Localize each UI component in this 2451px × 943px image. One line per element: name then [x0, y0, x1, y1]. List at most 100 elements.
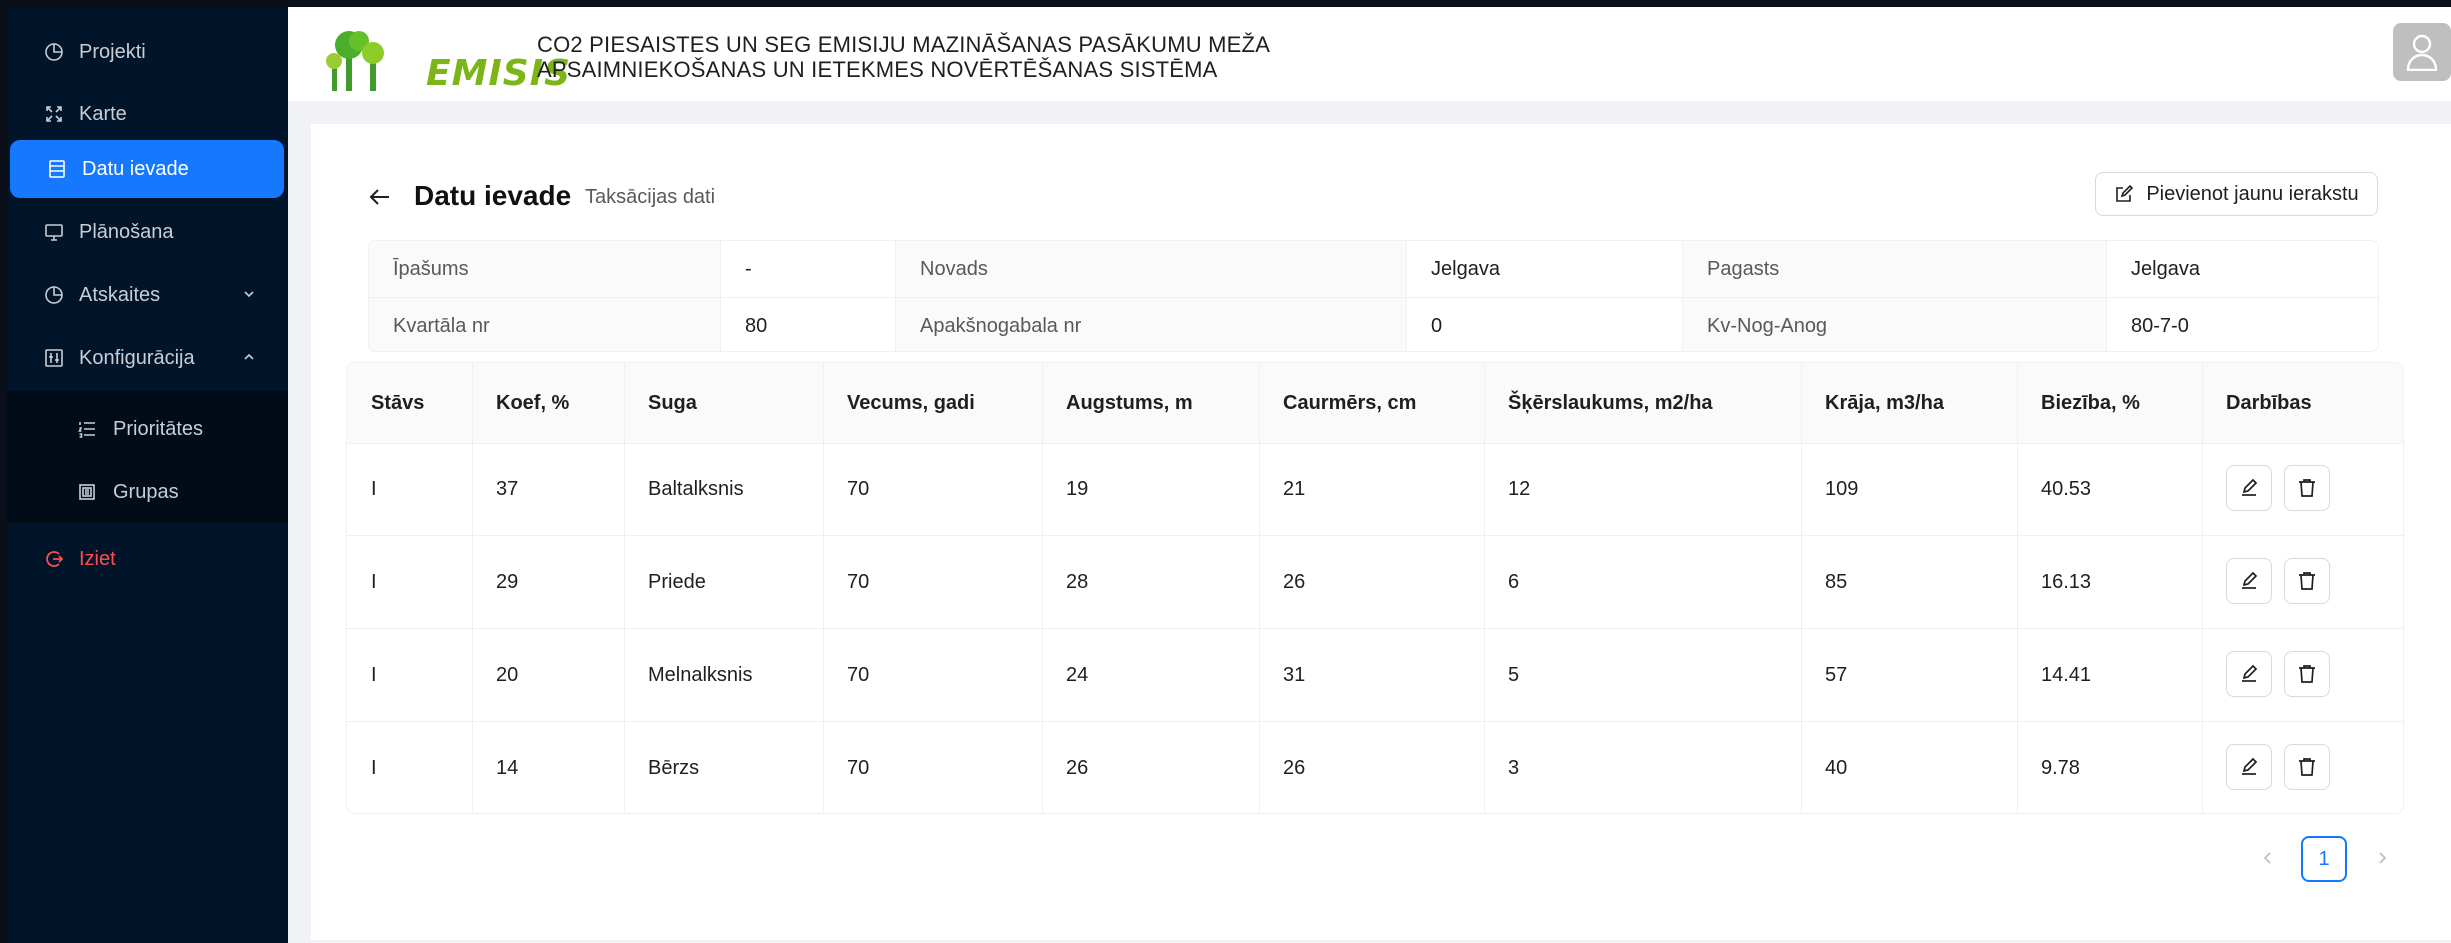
- column-header[interactable]: Stāvs: [347, 363, 472, 443]
- table-cell: 21: [1283, 477, 1306, 500]
- table-row: I 14 Bērzs 70 26 26 3 40 9.78: [347, 722, 2403, 813]
- sidebar-item-datu-ievade[interactable]: Datu ievade: [10, 140, 284, 198]
- edit-button[interactable]: [2226, 465, 2272, 511]
- trash-icon: [2299, 758, 2315, 776]
- data-table-icon: [46, 158, 68, 180]
- trash-icon: [2299, 665, 2315, 683]
- table-cell: 9.78: [2041, 756, 2080, 779]
- pie-chart-icon: [43, 284, 65, 306]
- chevron-up-icon: [240, 348, 258, 366]
- column-header: Darbības: [2226, 391, 2312, 414]
- sidebar-item-atskaites[interactable]: Atskaites: [7, 266, 288, 324]
- edit-button[interactable]: [2226, 558, 2272, 604]
- edit-button[interactable]: [2226, 744, 2272, 790]
- back-arrow-icon[interactable]: [367, 184, 393, 210]
- sidebar: Projekti Karte Datu ievade Plānošana Ats…: [7, 7, 288, 943]
- content-card: Datu ievade Taksācijas dati Pievienot ja…: [311, 124, 2451, 940]
- table-cell: 26: [1066, 756, 1089, 779]
- delete-button[interactable]: [2284, 744, 2330, 790]
- user-avatar[interactable]: [2393, 23, 2451, 81]
- column-header[interactable]: Augstums, m: [1042, 363, 1259, 443]
- sidebar-item-konfiguracija[interactable]: Konfigurācija: [7, 329, 288, 387]
- info-row: Kvartāla nr 80 Apakšnogabala nr 0 Kv-Nog…: [369, 297, 2378, 351]
- info-label-kv-nog-anog: Kv-Nog-Anog: [1683, 298, 2107, 351]
- sidebar-item-planosana[interactable]: Plānošana: [7, 203, 288, 261]
- info-value-novads: Jelgava: [1407, 241, 1683, 297]
- info-label-novads: Novads: [896, 241, 1407, 297]
- info-row: Īpašums - Novads Jelgava Pagasts Jelgava: [369, 241, 2378, 297]
- sidebar-item-label: Konfigurācija: [79, 346, 195, 369]
- info-value-kvartala-nr: 80: [721, 298, 896, 351]
- sidebar-item-karte[interactable]: Karte: [7, 85, 288, 143]
- add-record-button[interactable]: Pievienot jaunu ierakstu: [2095, 172, 2378, 216]
- table-cell: 14: [496, 756, 519, 779]
- column-header[interactable]: Koef, %: [472, 363, 624, 443]
- table-cell: 70: [847, 477, 870, 500]
- monitor-icon: [43, 221, 65, 243]
- info-label-ipasums: Īpašums: [369, 241, 721, 297]
- info-label-apaksnogabala-nr: Apakšnogabala nr: [896, 298, 1407, 351]
- table-cell: 70: [847, 663, 870, 686]
- table-cell: 12: [1508, 477, 1531, 500]
- sidebar-item-prioritates[interactable]: Prioritātes: [7, 400, 288, 458]
- column-header[interactable]: Krāja, m3/ha: [1801, 363, 2017, 443]
- trash-icon: [2299, 479, 2315, 497]
- sidebar-item-label: Projekti: [79, 40, 146, 63]
- column-header[interactable]: Biezība, %: [2017, 363, 2202, 443]
- group-icon: [77, 481, 99, 503]
- table-cell: 3: [1508, 756, 1520, 779]
- table-header: Stāvs Koef, % Suga Vecums, gadi Augstums…: [347, 363, 2403, 444]
- table-cell: 26: [1283, 756, 1306, 779]
- add-record-label: Pievienot jaunu ierakstu: [2146, 182, 2359, 205]
- table-cell: 109: [1825, 477, 1859, 500]
- column-header[interactable]: Caurmērs, cm: [1259, 363, 1484, 443]
- table-cell: Bērzs: [648, 756, 700, 779]
- sidebar-item-label: Plānošana: [79, 220, 174, 243]
- pagination-next-icon[interactable]: [2371, 847, 2393, 869]
- sidebar-item-grupas[interactable]: Grupas: [7, 463, 288, 521]
- pie-chart-icon: [43, 41, 65, 63]
- table-cell: 20: [496, 663, 519, 686]
- page-subtitle: Taksācijas dati: [585, 186, 716, 208]
- logout-button[interactable]: Iziet: [7, 530, 288, 588]
- emisis-logo[interactable]: EMISIS: [326, 21, 570, 94]
- table-cell: I: [371, 756, 377, 779]
- delete-button[interactable]: [2284, 651, 2330, 697]
- info-label-pagasts: Pagasts: [1683, 241, 2107, 297]
- page-title: Datu ievade: [414, 180, 572, 211]
- edit-square-icon: [2114, 184, 2134, 204]
- sidebar-submenu: Prioritātes Grupas: [7, 391, 288, 523]
- taxation-table: Stāvs Koef, % Suga Vecums, gadi Augstums…: [346, 362, 2404, 814]
- pagination-page-current[interactable]: 1: [2301, 836, 2347, 882]
- app-title-line-1: CO2 PIESAISTES UN SEG EMISIJU MAZINĀŠANA…: [537, 32, 1271, 57]
- column-header[interactable]: Vecums, gadi: [823, 363, 1042, 443]
- edit-icon: [2242, 571, 2258, 589]
- window-frame-left: [0, 0, 7, 943]
- column-header[interactable]: Šķērslaukums, m2/ha: [1484, 363, 1801, 443]
- sidebar-item-label: Grupas: [113, 480, 179, 503]
- ordered-list-icon: [77, 418, 99, 440]
- user-icon: [2406, 34, 2438, 71]
- table-cell: 6: [1508, 570, 1520, 593]
- sidebar-item-projekti[interactable]: Projekti: [7, 23, 288, 81]
- trash-icon: [2299, 572, 2315, 590]
- delete-button[interactable]: [2284, 465, 2330, 511]
- column-header[interactable]: Suga: [624, 363, 823, 443]
- edit-button[interactable]: [2226, 651, 2272, 697]
- table-cell: 16.13: [2041, 570, 2092, 593]
- info-value-apaksnogabala-nr: 0: [1407, 298, 1683, 351]
- table-cell: 70: [847, 570, 870, 593]
- table-cell: 70: [847, 756, 870, 779]
- table-cell: Melnalksnis: [648, 663, 753, 686]
- table-cell: 28: [1066, 570, 1089, 593]
- table-cell: 85: [1825, 570, 1848, 593]
- sidebar-item-label: Atskaites: [79, 283, 161, 306]
- table-cell: 29: [496, 570, 519, 593]
- table-cell: 26: [1283, 570, 1306, 593]
- table-cell: 40: [1825, 756, 1848, 779]
- pagination-prev-icon[interactable]: [2257, 847, 2279, 869]
- config-icon: [43, 347, 65, 369]
- delete-button[interactable]: [2284, 558, 2330, 604]
- table-cell: 5: [1508, 663, 1520, 686]
- table-cell: 37: [496, 477, 519, 500]
